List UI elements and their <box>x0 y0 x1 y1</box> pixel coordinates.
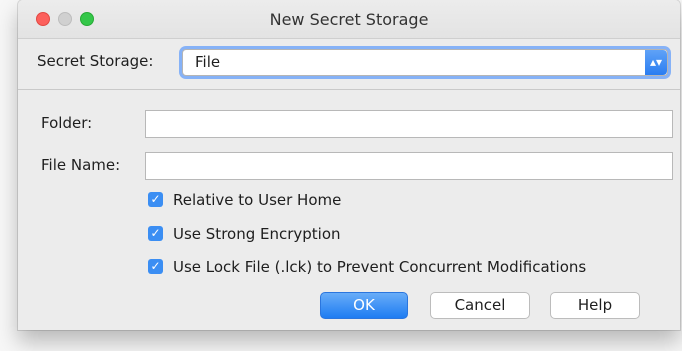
dialog-window: New Secret Storage Secret Storage: File … <box>18 0 680 330</box>
ok-button[interactable]: OK <box>320 292 408 319</box>
secret-storage-select[interactable]: File ▴▾ <box>182 49 668 76</box>
window-title: New Secret Storage <box>269 10 429 29</box>
secret-storage-value: File <box>195 53 221 71</box>
file-name-label: File Name: <box>41 156 121 174</box>
folder-input[interactable] <box>145 110 673 138</box>
up-down-chevron-icon[interactable]: ▴▾ <box>645 50 667 75</box>
checkbox-checked-icon[interactable]: ✓ <box>148 226 163 241</box>
checkbox-checked-icon[interactable]: ✓ <box>148 192 163 207</box>
cancel-button[interactable]: Cancel <box>430 292 530 319</box>
folder-label: Folder: <box>41 114 93 132</box>
checkbox-checked-icon[interactable]: ✓ <box>148 259 163 274</box>
checkbox-label: Use Lock File (.lck) to Prevent Concurre… <box>173 258 587 276</box>
section-divider <box>18 89 680 90</box>
title-bar[interactable]: New Secret Storage <box>18 0 680 39</box>
help-button[interactable]: Help <box>550 292 640 319</box>
checkbox-label: Use Strong Encryption <box>173 225 341 243</box>
file-name-input[interactable] <box>145 152 673 180</box>
checkbox-label: Relative to User Home <box>173 191 342 209</box>
secret-storage-label: Secret Storage: <box>37 52 154 70</box>
